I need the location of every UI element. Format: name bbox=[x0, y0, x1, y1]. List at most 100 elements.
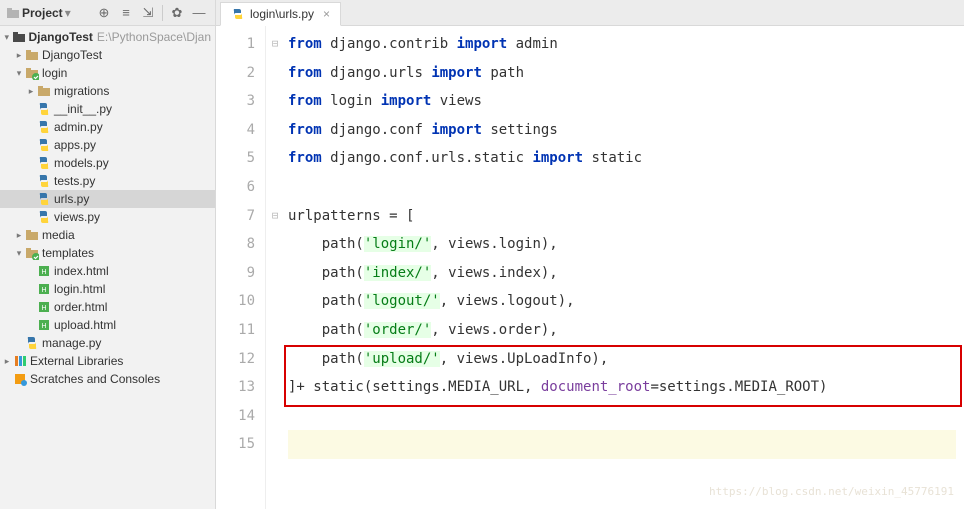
code-line[interactable]: from django.conf.urls.static import stat… bbox=[288, 144, 956, 173]
code-line[interactable] bbox=[288, 402, 956, 431]
tree-node[interactable]: tests.py bbox=[0, 172, 215, 190]
svg-text:H: H bbox=[41, 323, 46, 330]
tree-node[interactable]: ▾login bbox=[0, 64, 215, 82]
expand-arrow-icon[interactable]: ▸ bbox=[14, 50, 24, 61]
svg-text:H: H bbox=[41, 269, 46, 276]
fold-marker[interactable] bbox=[266, 87, 284, 116]
line-number: 6 bbox=[216, 173, 255, 202]
code-line[interactable] bbox=[288, 173, 956, 202]
tree-node-label: views.py bbox=[54, 210, 100, 224]
tree-node[interactable]: Horder.html bbox=[0, 298, 215, 316]
tree-node[interactable]: models.py bbox=[0, 154, 215, 172]
tree-node[interactable]: ▸DjangoTest bbox=[0, 46, 215, 64]
line-number: 11 bbox=[216, 316, 255, 345]
fold-marker[interactable] bbox=[266, 116, 284, 145]
fold-column[interactable]: ⊟⊟ bbox=[266, 26, 284, 509]
expand-arrow-icon[interactable]: ▸ bbox=[26, 86, 36, 97]
code-line[interactable]: from django.contrib import admin bbox=[288, 30, 956, 59]
line-number: 15 bbox=[216, 430, 255, 459]
project-sidebar: Project ▾ ⊕ ≡ ⇲ ✿ — ▾DjangoTestE:\Python… bbox=[0, 0, 216, 509]
line-number: 13 bbox=[216, 373, 255, 402]
code-line[interactable]: path('login/', views.login), bbox=[288, 230, 956, 259]
code-line[interactable]: urlpatterns = [ bbox=[288, 202, 956, 231]
tab-urls-py[interactable]: login\urls.py × bbox=[220, 2, 341, 26]
flatten-icon[interactable]: ≡ bbox=[116, 5, 136, 20]
tree-node[interactable]: ▸ migrations bbox=[0, 82, 215, 100]
fold-marker[interactable] bbox=[266, 402, 284, 431]
tree-node[interactable]: ▾DjangoTestE:\PythonSpace\Djan bbox=[0, 28, 215, 46]
gear-icon[interactable]: ✿ bbox=[167, 5, 187, 21]
line-number: 9 bbox=[216, 259, 255, 288]
tree-node[interactable]: apps.py bbox=[0, 136, 215, 154]
code-line[interactable]: path('upload/', views.UpLoadInfo), bbox=[288, 345, 956, 374]
tree-node[interactable]: ▸media bbox=[0, 226, 215, 244]
code-line[interactable]: from django.urls import path bbox=[288, 59, 956, 88]
fold-marker[interactable] bbox=[266, 59, 284, 88]
separator bbox=[162, 5, 163, 21]
tree-node-label: __init__.py bbox=[54, 102, 112, 116]
code-line[interactable]: path('order/', views.order), bbox=[288, 316, 956, 345]
expand-arrow-icon[interactable]: ▾ bbox=[14, 248, 24, 259]
hide-icon[interactable]: — bbox=[189, 5, 209, 20]
tree-node-label: login.html bbox=[54, 282, 105, 296]
tree-node[interactable]: ▾templates bbox=[0, 244, 215, 262]
fold-marker[interactable] bbox=[266, 316, 284, 345]
tree-node[interactable]: Hlogin.html bbox=[0, 280, 215, 298]
expand-arrow-icon[interactable]: ▸ bbox=[2, 356, 12, 367]
expand-arrow-icon[interactable]: ▾ bbox=[2, 32, 11, 43]
tree-node[interactable]: manage.py bbox=[0, 334, 215, 352]
tree-node[interactable]: views.py bbox=[0, 208, 215, 226]
tree-node[interactable]: ▸ External Libraries bbox=[0, 352, 215, 370]
tree-node[interactable]: __init__.py bbox=[0, 100, 215, 118]
tree-node[interactable]: Hindex.html bbox=[0, 262, 215, 280]
tree-node-label: Scratches and Consoles bbox=[30, 372, 160, 386]
tab-label: login\urls.py bbox=[250, 7, 314, 21]
code-line[interactable]: path('index/', views.index), bbox=[288, 259, 956, 288]
expand-arrow-icon[interactable]: ▸ bbox=[14, 230, 24, 241]
fold-marker[interactable] bbox=[266, 230, 284, 259]
dropdown-icon[interactable]: ▾ bbox=[65, 6, 71, 20]
tree-node-label: External Libraries bbox=[30, 354, 123, 368]
tree-node-label: DjangoTest bbox=[28, 30, 92, 44]
fold-marker[interactable]: ⊟ bbox=[266, 30, 284, 59]
code-line[interactable]: path('logout/', views.logout), bbox=[288, 287, 956, 316]
line-number: 8 bbox=[216, 230, 255, 259]
line-number: 14 bbox=[216, 402, 255, 431]
tree-node-label: tests.py bbox=[54, 174, 95, 188]
tree-node[interactable]: Hupload.html bbox=[0, 316, 215, 334]
expand-arrow-icon[interactable]: ▾ bbox=[14, 68, 24, 79]
dir-icon bbox=[36, 83, 52, 99]
line-number: 12 bbox=[216, 345, 255, 374]
code-line[interactable] bbox=[288, 430, 956, 459]
svg-text:H: H bbox=[41, 305, 46, 312]
tree-node[interactable]: admin.py bbox=[0, 118, 215, 136]
tree-node-label: migrations bbox=[54, 84, 109, 98]
html-icon: H bbox=[36, 299, 52, 315]
close-icon[interactable]: × bbox=[323, 7, 330, 21]
tree-node[interactable]: Scratches and Consoles bbox=[0, 370, 215, 388]
py-icon bbox=[36, 119, 52, 135]
code-line[interactable]: from django.conf import settings bbox=[288, 116, 956, 145]
dir-chk-icon bbox=[24, 245, 40, 261]
html-icon: H bbox=[36, 281, 52, 297]
fold-marker[interactable] bbox=[266, 287, 284, 316]
fold-marker[interactable] bbox=[266, 173, 284, 202]
tree-node[interactable]: urls.py bbox=[0, 190, 215, 208]
fold-marker[interactable]: ⊟ bbox=[266, 202, 284, 231]
fold-marker[interactable] bbox=[266, 144, 284, 173]
sidebar-title: Project bbox=[22, 6, 63, 20]
target-icon[interactable]: ⊕ bbox=[94, 5, 114, 21]
fold-marker[interactable] bbox=[266, 430, 284, 459]
py-icon bbox=[24, 335, 40, 351]
code-content[interactable]: from django.contrib import adminfrom dja… bbox=[284, 26, 964, 509]
tree-node-label: apps.py bbox=[54, 138, 96, 152]
watermark: https://blog.csdn.net/weixin_45776191 bbox=[709, 478, 954, 507]
tree-node-label: order.html bbox=[54, 300, 107, 314]
project-tree[interactable]: ▾DjangoTestE:\PythonSpace\Djan▸DjangoTes… bbox=[0, 26, 215, 509]
fold-marker[interactable] bbox=[266, 259, 284, 288]
code-line[interactable]: from login import views bbox=[288, 87, 956, 116]
code-line[interactable]: ]+ static(settings.MEDIA_URL, document_r… bbox=[288, 373, 956, 402]
expand-icon[interactable]: ⇲ bbox=[138, 5, 158, 21]
fold-marker[interactable] bbox=[266, 373, 284, 402]
fold-marker[interactable] bbox=[266, 345, 284, 374]
